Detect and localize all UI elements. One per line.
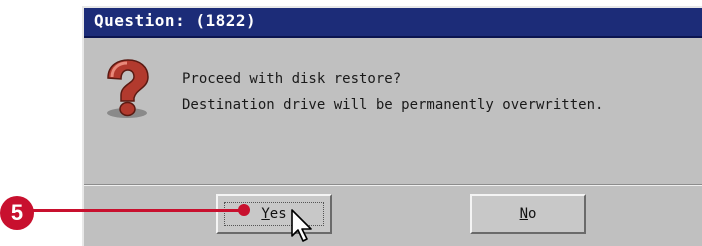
step-badge: 5 xyxy=(0,196,34,230)
question-mark-icon xyxy=(107,59,149,118)
divider xyxy=(84,184,702,186)
message-line-2: Destination drive will be permanently ov… xyxy=(182,97,604,113)
mouse-cursor-icon xyxy=(291,209,312,242)
callout-dot xyxy=(238,204,250,216)
dialog-title: Question: (1822) xyxy=(94,11,257,30)
callout-line xyxy=(20,209,242,212)
no-button[interactable]: No xyxy=(470,194,586,234)
no-button-label: No xyxy=(519,206,537,222)
title-bar[interactable]: Question: (1822) xyxy=(84,8,702,38)
message-line-1: Proceed with disk restore? xyxy=(182,71,402,87)
dialog-message: Proceed with disk restore? Destination d… xyxy=(182,66,603,118)
